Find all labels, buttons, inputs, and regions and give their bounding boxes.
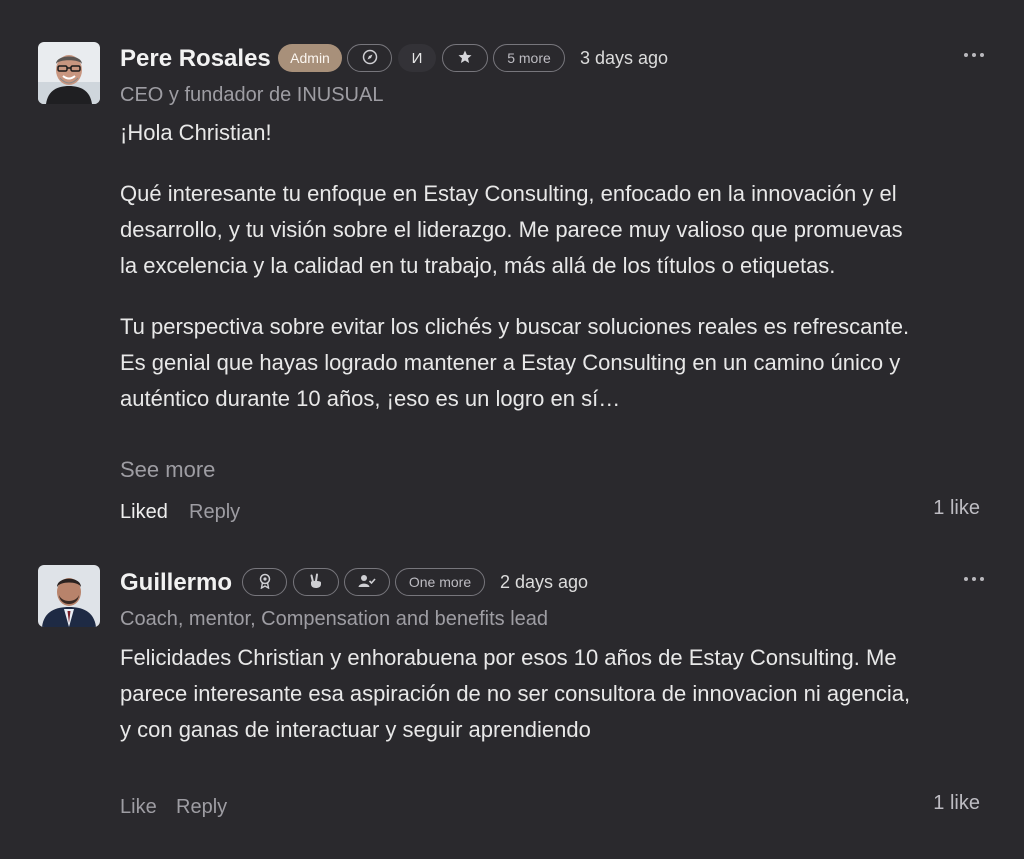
user-check-badge[interactable] [344, 568, 390, 596]
user-check-icon [358, 573, 376, 592]
comment-paragraph: Felicidades Christian y enhorabuena por … [120, 645, 911, 742]
author-name[interactable]: Guillermo [120, 569, 232, 597]
more-options-icon[interactable] [962, 574, 986, 584]
likes-count[interactable]: 1 like [933, 792, 980, 815]
award-ribbon-icon [257, 573, 273, 592]
avatar[interactable] [38, 565, 100, 627]
author-headline: Coach, mentor, Compensation and benefits… [120, 608, 549, 630]
comment-guillermo: Guillermo One more 2 days ago Coach, men… [0, 0, 1024, 859]
more-badges-button[interactable]: One more [395, 568, 485, 596]
like-button[interactable]: Like [120, 796, 157, 819]
comment-body: Felicidades Christian y enhorabuena por … [120, 640, 920, 748]
reply-button[interactable]: Reply [176, 796, 227, 819]
peace-badge[interactable] [293, 568, 339, 596]
peace-hand-icon [308, 573, 324, 592]
timestamp[interactable]: 2 days ago [500, 572, 588, 593]
award-badge[interactable] [242, 568, 287, 596]
